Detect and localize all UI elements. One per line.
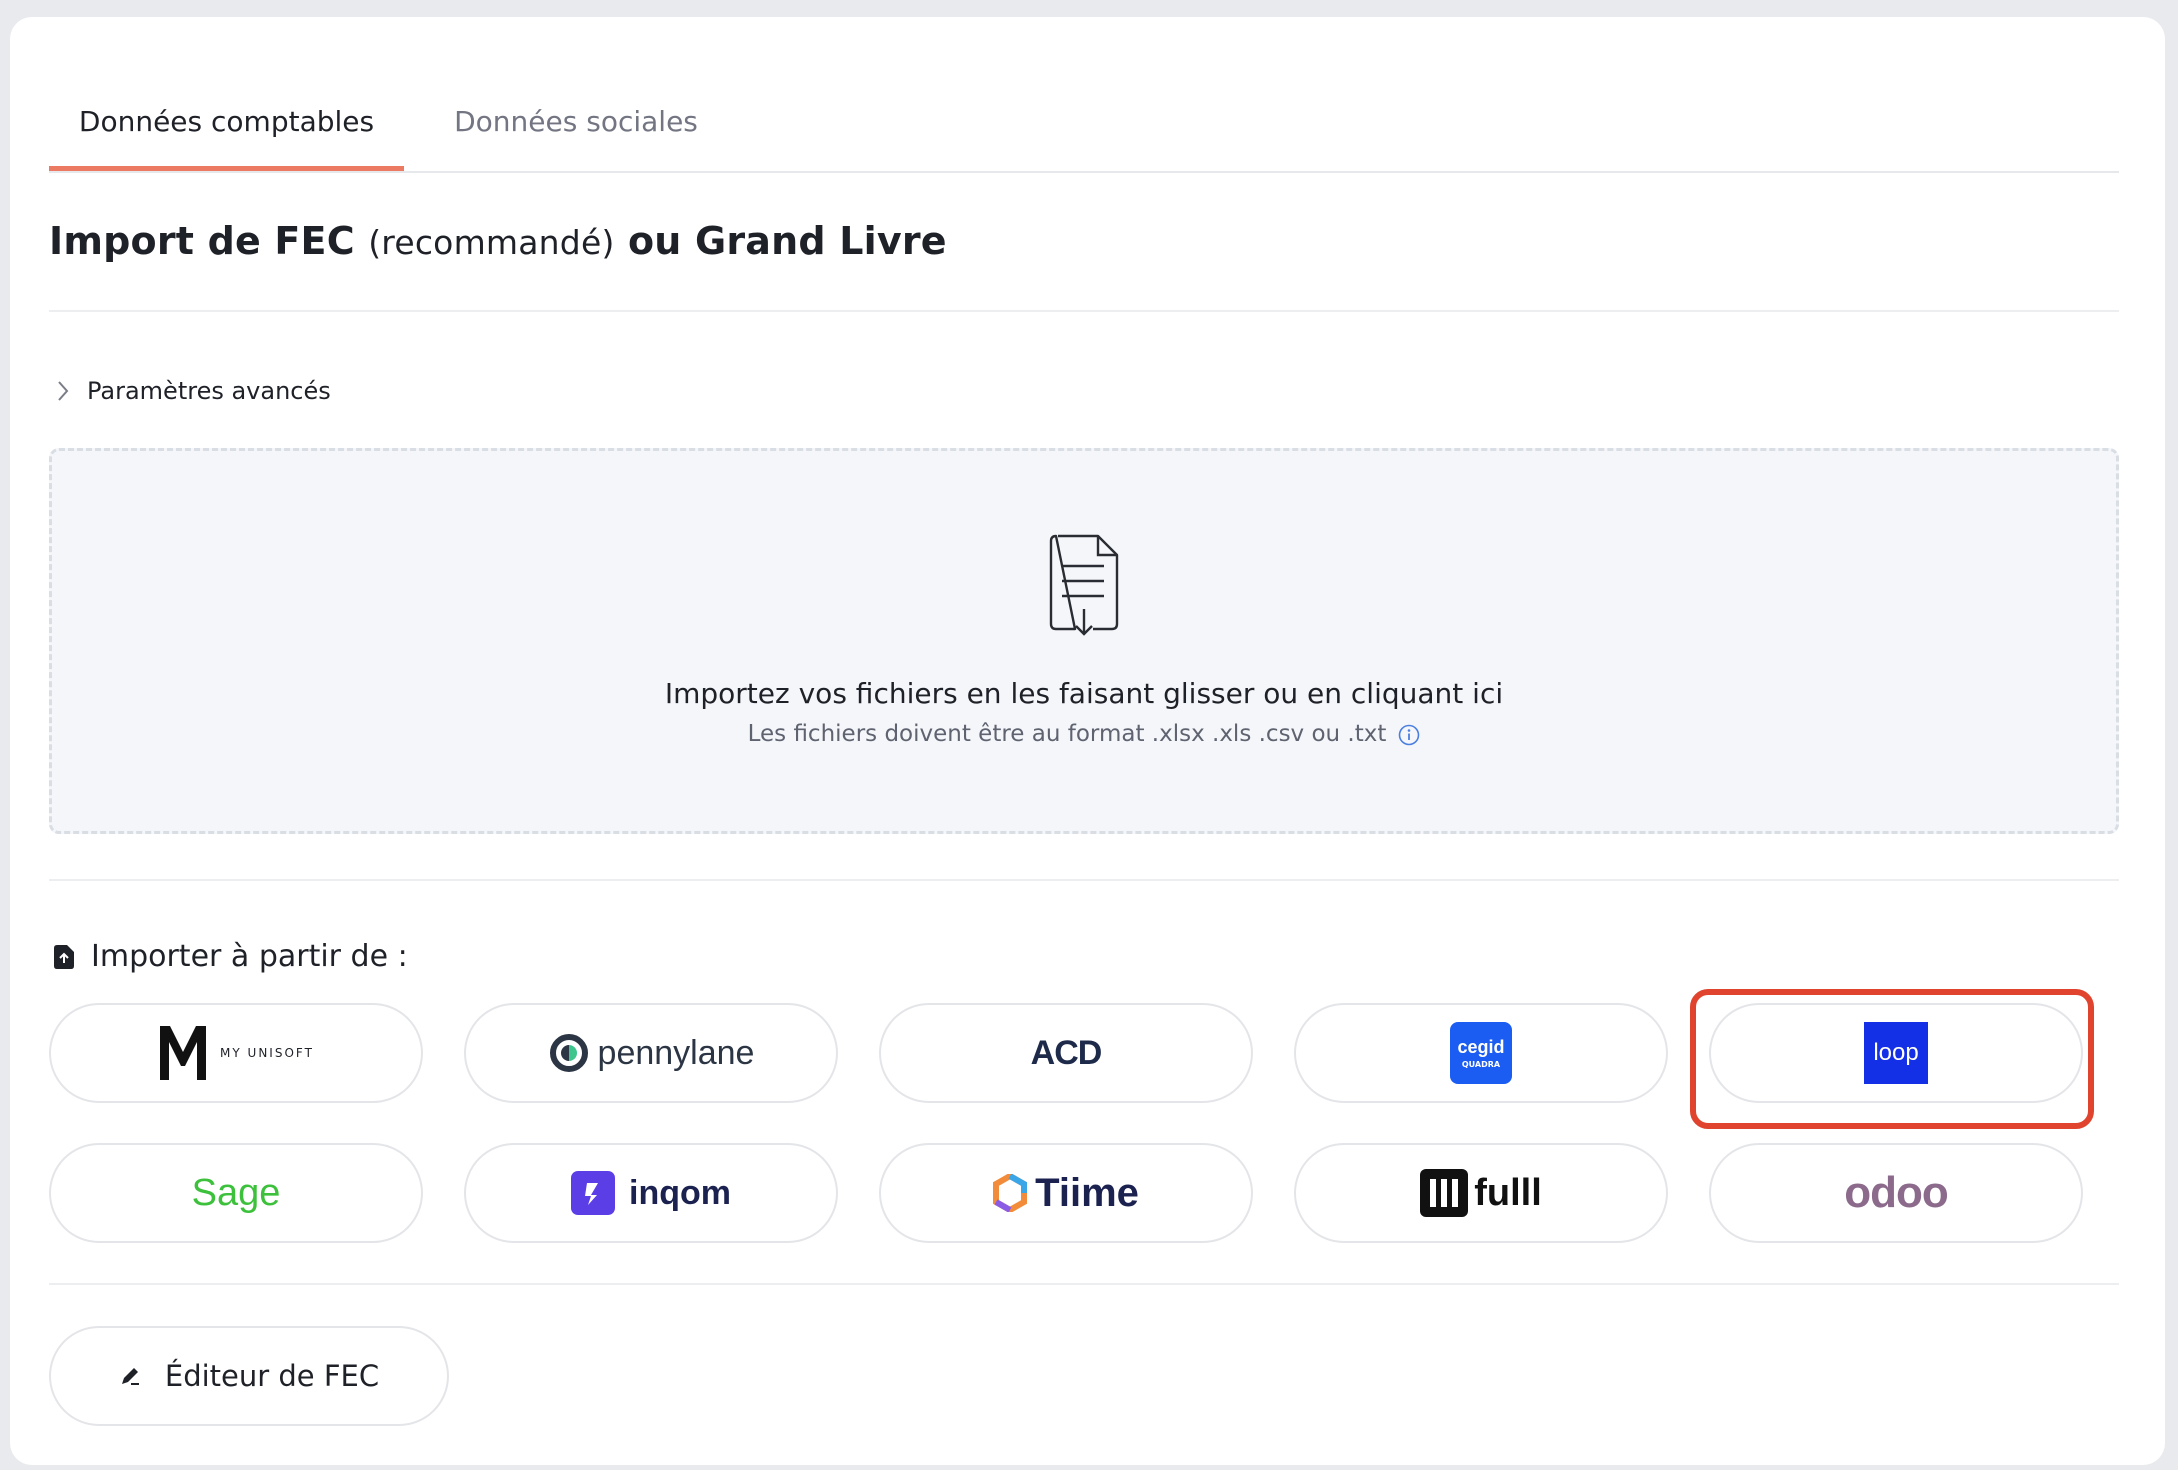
import-from-heading: Importer à partir de : — [53, 939, 408, 974]
cegid-logo-sub: QUADRA — [1461, 1060, 1501, 1069]
fulll-logo-icon — [1420, 1169, 1469, 1217]
acd-logo: ACD — [1030, 1033, 1103, 1072]
fec-editor-label: Éditeur de FEC — [164, 1359, 380, 1393]
pennylane-label: pennylane — [597, 1033, 755, 1072]
dropzone-format-text: Les fichiers doivent être au format .xls… — [747, 721, 1387, 747]
integration-odoo-button[interactable]: odoo — [1709, 1143, 2083, 1243]
advanced-settings-toggle[interactable]: Paramètres avancés — [57, 377, 331, 405]
pennylane-logo-icon — [549, 1034, 588, 1072]
loop-logo: loop — [1864, 1022, 1928, 1084]
cegid-logo: cegid QUADRA — [1450, 1022, 1512, 1084]
integration-cegid-button[interactable]: cegid QUADRA — [1294, 1003, 1668, 1103]
tab-donnees-comptables[interactable]: Données comptables — [49, 77, 404, 171]
integration-acd-button[interactable]: ACD — [879, 1003, 1253, 1103]
dropzone-subtitle: Les fichiers doivent être au format .xls… — [52, 721, 2116, 747]
dropzone-title: Importez vos fichiers en les faisant gli… — [664, 677, 1504, 710]
tab-bar: Données comptables Données sociales — [49, 77, 2119, 173]
integration-inqom-button[interactable]: inqom — [464, 1143, 838, 1243]
myunisoft-label: MY UNISOFT — [220, 1046, 314, 1060]
file-download-icon — [1049, 534, 1119, 636]
pencil-icon — [121, 1368, 139, 1385]
title-paren: (recommandé) — [368, 223, 615, 262]
tiime-label: Tiime — [1035, 1170, 1139, 1215]
cegid-logo-text: cegid — [1457, 1037, 1505, 1057]
integration-myunisoft-button[interactable]: MY UNISOFT — [49, 1003, 423, 1103]
integration-pennylane-button[interactable]: pennylane — [464, 1003, 838, 1103]
import-from-label: Importer à partir de : — [91, 939, 408, 974]
fulll-label: fulll — [1474, 1171, 1542, 1214]
tab-donnees-sociales[interactable]: Données sociales — [441, 77, 711, 171]
myunisoft-logo-icon — [160, 1026, 207, 1080]
file-dropzone[interactable]: Importez vos fichiers en les faisant gli… — [49, 448, 2119, 834]
integration-fulll-button[interactable]: fulll — [1294, 1143, 1668, 1243]
integration-tiime-button[interactable]: Tiime — [879, 1143, 1253, 1243]
tiime-logo-icon — [993, 1174, 1028, 1212]
chevron-right-icon — [58, 381, 69, 401]
integration-sage-button[interactable]: Sage — [49, 1143, 423, 1243]
odoo-logo: odoo — [1844, 1168, 1949, 1217]
inqom-logo-icon — [571, 1171, 615, 1215]
advanced-settings-label: Paramètres avancés — [87, 377, 331, 405]
fec-editor-button[interactable]: Éditeur de FEC — [49, 1326, 449, 1426]
main-card: Données comptables Données sociales Impo… — [10, 17, 2165, 1465]
file-upload-icon — [54, 944, 74, 969]
info-icon[interactable] — [1398, 724, 1420, 746]
divider — [49, 310, 2119, 312]
divider — [49, 1283, 2119, 1285]
section-title: Import de FEC (recommandé) ou Grand Livr… — [49, 219, 947, 263]
integration-loop-button[interactable]: loop — [1709, 1003, 2083, 1103]
title-end: ou Grand Livre — [614, 219, 947, 263]
title-part: Import de FEC — [49, 219, 369, 263]
divider — [49, 879, 2119, 881]
loop-logo-text: loop — [1873, 1039, 1919, 1066]
sage-logo: Sage — [191, 1171, 281, 1214]
inqom-label: inqom — [629, 1173, 731, 1212]
